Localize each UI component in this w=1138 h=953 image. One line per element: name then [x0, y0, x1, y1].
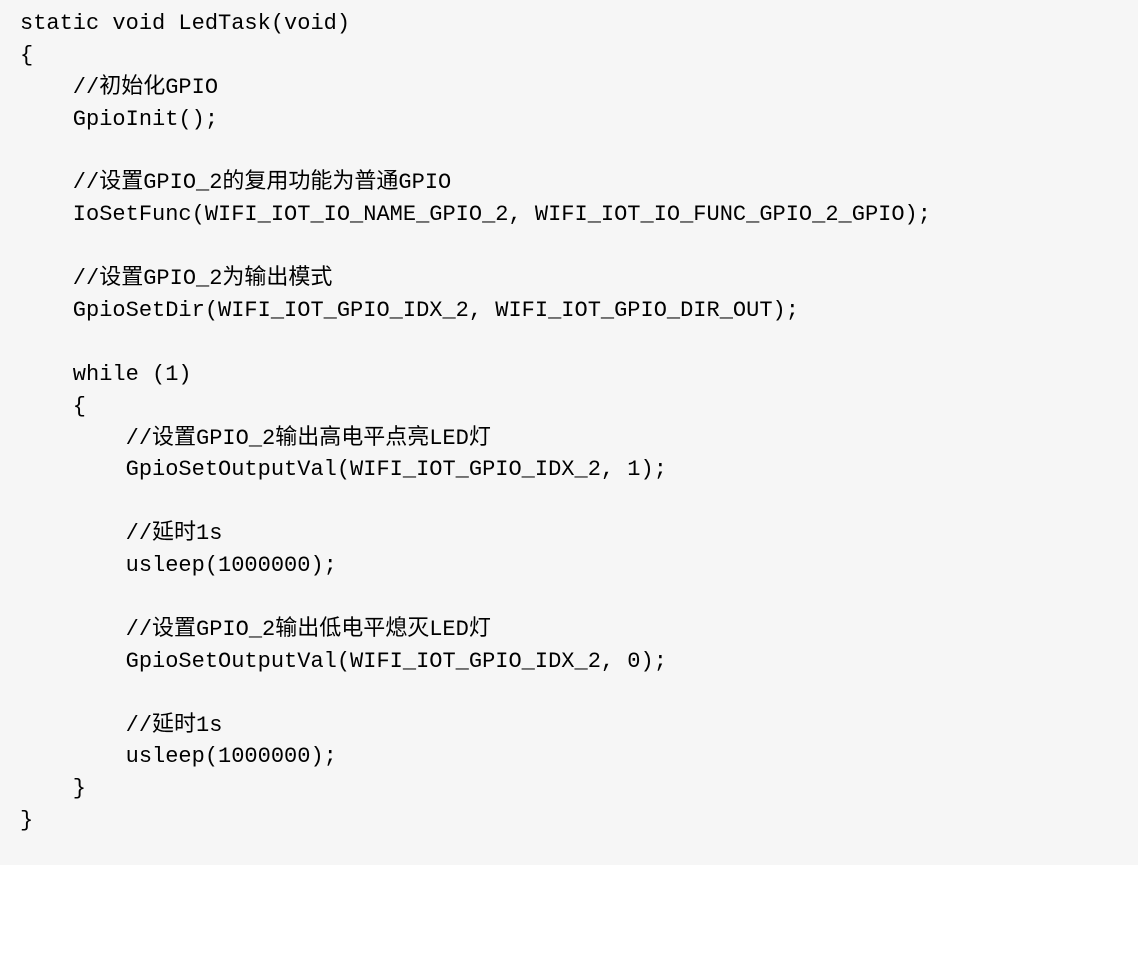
code-line-18: usleep(1000000);: [20, 553, 337, 578]
code-line-23: //延时1s: [20, 713, 222, 738]
code-line-26: }: [20, 808, 33, 833]
code-line-21: GpioSetOutputVal(WIFI_IOT_GPIO_IDX_2, 0)…: [20, 649, 667, 674]
code-block: static void LedTask(void) { //初始化GPIO Gp…: [0, 0, 1138, 865]
code-line-15: GpioSetOutputVal(WIFI_IOT_GPIO_IDX_2, 1)…: [20, 457, 667, 482]
code-line-1: static void LedTask(void): [20, 11, 350, 36]
code-line-9: //设置GPIO_2为输出模式: [20, 266, 332, 291]
code-line-24: usleep(1000000);: [20, 744, 337, 769]
code-line-10: GpioSetDir(WIFI_IOT_GPIO_IDX_2, WIFI_IOT…: [20, 298, 799, 323]
code-line-20: //设置GPIO_2输出低电平熄灭LED灯: [20, 617, 491, 642]
code-line-17: //延时1s: [20, 521, 222, 546]
code-line-14: //设置GPIO_2输出高电平点亮LED灯: [20, 426, 491, 451]
code-line-25: }: [20, 776, 86, 801]
code-line-13: {: [20, 394, 86, 419]
code-line-3: //初始化GPIO: [20, 75, 218, 100]
code-line-6: //设置GPIO_2的复用功能为普通GPIO: [20, 170, 451, 195]
code-line-4: GpioInit();: [20, 107, 218, 132]
code-line-2: {: [20, 43, 33, 68]
code-line-7: IoSetFunc(WIFI_IOT_IO_NAME_GPIO_2, WIFI_…: [20, 202, 931, 227]
code-line-12: while (1): [20, 362, 192, 387]
